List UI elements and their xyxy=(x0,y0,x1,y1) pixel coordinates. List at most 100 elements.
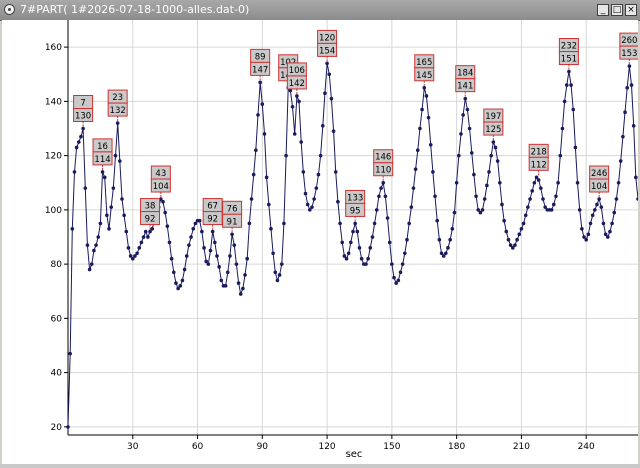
data-point xyxy=(521,221,526,226)
data-point xyxy=(597,197,601,201)
data-point xyxy=(113,153,118,158)
peak-value-text: 147 xyxy=(252,65,268,75)
data-point xyxy=(584,237,588,242)
data-point xyxy=(83,186,88,190)
line-chart[interactable]: 30 60 90 120 150 180 210 240 20 40 60 80 100 120 140 16… xyxy=(2,20,638,464)
data-point xyxy=(506,237,511,242)
data-point xyxy=(236,281,241,285)
data-point xyxy=(562,99,567,104)
y-tick-label: 60 xyxy=(51,314,63,324)
data-point xyxy=(472,172,476,177)
data-point xyxy=(428,142,433,147)
data-point xyxy=(593,208,597,212)
data-point xyxy=(126,246,131,250)
grid xyxy=(68,20,638,435)
peak-time-text: 89 xyxy=(255,52,266,62)
data-point xyxy=(210,229,215,234)
y-tick-label: 40 xyxy=(51,369,63,379)
data-point xyxy=(519,227,524,231)
data-point xyxy=(580,227,584,231)
data-point xyxy=(277,273,282,277)
data-point xyxy=(87,267,92,272)
data-point xyxy=(241,286,245,291)
data-point xyxy=(351,229,355,234)
peak-time-text: 16 xyxy=(97,142,108,152)
data-point xyxy=(381,180,386,185)
data-point xyxy=(163,210,167,215)
data-point xyxy=(197,218,202,223)
data-point xyxy=(515,237,519,242)
data-point xyxy=(377,194,381,199)
data-point xyxy=(208,248,213,253)
window-app-icon[interactable] xyxy=(4,4,15,15)
plot-area[interactable]: 30 60 90 120 150 180 210 240 20 40 60 80 100 120 140 16… xyxy=(2,20,638,464)
y-tick-label: 100 xyxy=(45,206,62,216)
data-point xyxy=(316,172,321,177)
data-point xyxy=(424,94,429,98)
data-point xyxy=(161,199,165,204)
data-point xyxy=(146,235,150,239)
data-point xyxy=(109,205,113,209)
data-point xyxy=(303,191,308,196)
data-point xyxy=(491,140,496,144)
data-point xyxy=(452,210,457,215)
peak-time-text: 146 xyxy=(375,153,391,163)
data-point xyxy=(595,202,599,207)
data-point xyxy=(206,262,211,266)
peak-time-text: 38 xyxy=(145,202,156,212)
data-point xyxy=(340,240,345,245)
data-point xyxy=(245,256,250,261)
peak-label: 165145 xyxy=(414,54,435,86)
data-point xyxy=(357,246,362,250)
data-point xyxy=(469,151,474,155)
peak-value-text: 132 xyxy=(110,106,126,116)
peak-label: 7130 xyxy=(73,94,94,127)
data-point xyxy=(372,221,377,226)
data-point xyxy=(485,183,489,188)
peak-label: 3892 xyxy=(140,198,161,230)
data-point xyxy=(385,216,390,220)
data-point xyxy=(370,235,375,239)
data-point xyxy=(392,275,396,280)
data-point xyxy=(167,240,172,245)
data-point xyxy=(523,213,528,218)
data-point xyxy=(532,180,537,185)
data-point xyxy=(556,180,560,185)
data-point xyxy=(571,107,576,112)
peak-value-text: 154 xyxy=(319,46,335,56)
minimize-button[interactable]: _ xyxy=(597,4,609,16)
peak-value-text: 153 xyxy=(621,49,637,59)
data-point xyxy=(387,240,392,245)
data-point xyxy=(539,186,543,190)
data-point xyxy=(284,153,288,158)
close-button[interactable]: × xyxy=(625,4,637,16)
data-point xyxy=(564,83,569,87)
peak-value-text: 91 xyxy=(227,217,238,227)
data-point xyxy=(230,232,234,237)
data-point xyxy=(273,270,278,275)
data-point xyxy=(601,221,606,226)
data-point xyxy=(70,227,75,231)
data-point xyxy=(124,229,129,234)
data-point xyxy=(431,170,435,174)
data-point xyxy=(215,254,219,258)
peak-label: 218112 xyxy=(528,143,549,176)
data-point xyxy=(355,229,360,234)
data-point xyxy=(463,96,468,101)
title-bar[interactable]: 7#PART( 1#2026-07-18-1000-alles.dat-0) _… xyxy=(0,0,640,21)
data-point xyxy=(72,170,77,174)
data-point xyxy=(249,197,254,201)
data-point xyxy=(612,210,617,215)
data-point xyxy=(260,102,265,106)
peak-time-text: 76 xyxy=(227,204,238,214)
maximize-button[interactable]: □ xyxy=(611,4,623,16)
data-point xyxy=(422,86,427,90)
data-point xyxy=(115,121,120,125)
chart-window: 7#PART( 1#2026-07-18-1000-alles.dat-0) _… xyxy=(0,0,640,468)
data-point xyxy=(79,134,83,139)
peak-time-text: 67 xyxy=(207,202,218,212)
data-point xyxy=(266,202,271,207)
data-point xyxy=(411,186,416,190)
data-point xyxy=(165,224,170,228)
data-point xyxy=(243,273,247,277)
